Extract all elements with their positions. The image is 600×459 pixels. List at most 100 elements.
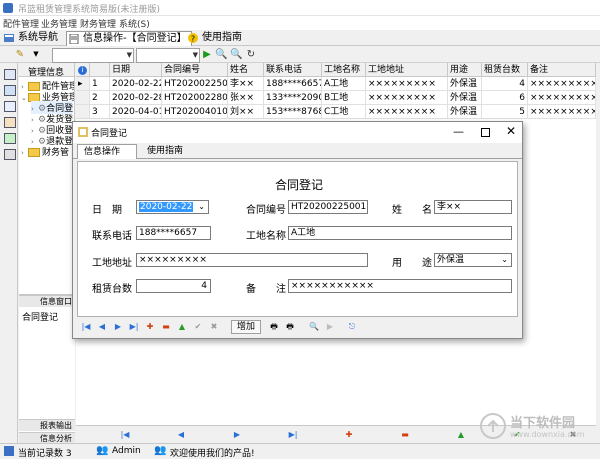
table-cell[interactable]: ××××××××× (366, 91, 448, 105)
info-item[interactable]: 合同登记 (22, 310, 58, 323)
table-cell[interactable]: 133****2090 (264, 91, 322, 105)
first-record-icon[interactable]: |◀ (79, 320, 93, 334)
phone-field[interactable]: 188****6657 (136, 226, 211, 240)
table-cell[interactable]: 188****6657 (264, 77, 322, 91)
module-icon[interactable] (4, 133, 16, 144)
module-icon[interactable] (4, 117, 16, 128)
next-record-icon[interactable]: ▶ (230, 428, 244, 441)
prev-record-icon[interactable]: ◀ (95, 320, 109, 334)
post-record-icon[interactable]: ✔ (191, 320, 205, 334)
search-icon[interactable]: 🔍 (307, 320, 321, 334)
menu-parts[interactable]: 配件管理 (3, 17, 39, 30)
table-cell[interactable]: ×××××××××× (528, 77, 596, 91)
table-cell[interactable]: 3 (90, 105, 110, 119)
edit-record-icon[interactable]: ▲ (175, 320, 189, 334)
module-icon[interactable] (4, 69, 16, 80)
col-header-phone[interactable]: 联系电话 (264, 63, 322, 77)
table-cell[interactable]: ×××××××××× (528, 105, 596, 119)
menu-system[interactable]: 系统(S) (119, 17, 150, 30)
table-cell[interactable]: 153****8768 (264, 105, 322, 119)
table-cell[interactable]: 1 (90, 77, 110, 91)
table-cell[interactable]: 外保温 (448, 77, 482, 91)
table-cell[interactable]: HT20200401001 (162, 105, 228, 119)
last-record-icon[interactable]: ▶| (286, 428, 300, 441)
table-cell[interactable]: 2020-02-28 (110, 91, 162, 105)
module-icon[interactable] (4, 85, 16, 96)
dropdown-arrow-icon[interactable]: ▼ (30, 49, 42, 60)
table-cell[interactable]: ×××××××××× (528, 91, 596, 105)
table-cell[interactable]: 外保温 (448, 105, 482, 119)
contract-number-field[interactable]: HT20200225001 (288, 200, 368, 214)
table-cell[interactable]: 5 (482, 105, 528, 119)
tab-info-operation[interactable]: 信息操作 (77, 144, 137, 159)
table-cell[interactable]: 外保温 (448, 91, 482, 105)
module-icon[interactable] (4, 149, 16, 160)
exit-icon[interactable]: ⎋ (345, 320, 359, 334)
table-cell[interactable]: 李×× (228, 77, 264, 91)
prev-record-icon[interactable]: ◀ (174, 428, 188, 441)
refresh-icon[interactable]: ↻ (245, 49, 257, 60)
cancel-record-icon[interactable]: ✖ (207, 320, 221, 334)
table-cell[interactable]: B工地 (322, 91, 366, 105)
name-field[interactable]: 李×× (434, 200, 512, 214)
add-record-icon[interactable]: ✚ (342, 428, 356, 441)
maximize-icon[interactable] (481, 128, 490, 137)
search-value-input[interactable]: ▼ (136, 48, 200, 63)
tab-contract-register[interactable]: 信息操作-【合同登记】 (66, 31, 192, 46)
print-icon[interactable]: 🖶 (267, 320, 281, 334)
run-icon[interactable]: ▶ (201, 49, 213, 60)
address-field[interactable]: ××××××××× (136, 253, 368, 267)
table-cell[interactable]: ××××××××× (366, 77, 448, 91)
first-record-icon[interactable]: |◀ (118, 428, 132, 441)
table-cell[interactable]: 张×× (228, 91, 264, 105)
row-indicator[interactable]: ▸ (76, 77, 90, 91)
row-indicator[interactable] (76, 105, 90, 119)
col-header-name[interactable]: 姓名 (228, 63, 264, 77)
tab-system-nav[interactable]: 系统导航 (2, 31, 62, 45)
field-select[interactable]: ▼ (52, 48, 134, 63)
table-cell[interactable]: 4 (482, 77, 528, 91)
menu-business[interactable]: 业务管理 (41, 17, 77, 30)
note-field[interactable]: ××××××××××× (288, 279, 512, 293)
usage-select[interactable]: 外保温 ⌄ (434, 253, 512, 267)
quantity-field[interactable]: 4 (136, 279, 211, 293)
delete-record-icon[interactable]: ▬ (398, 428, 412, 441)
col-header-date[interactable]: 日期 (110, 63, 162, 77)
add-record-icon[interactable]: ✚ (143, 320, 157, 334)
menu-finance[interactable]: 财务管理 (80, 17, 116, 30)
search-all-icon[interactable]: 🔍 (230, 49, 242, 60)
table-cell[interactable]: A工地 (322, 77, 366, 91)
play-icon[interactable]: ▶ (323, 320, 337, 334)
table-cell[interactable]: HT20200228001 (162, 91, 228, 105)
table-cell[interactable]: 2 (90, 91, 110, 105)
tab-user-guide[interactable]: 使用指南 (141, 144, 201, 159)
table-cell[interactable]: HT20200225001 (162, 77, 228, 91)
table-cell[interactable]: 2020-04-01 (110, 105, 162, 119)
col-header-usage[interactable]: 用途 (448, 63, 482, 77)
site-name-field[interactable]: A工地 (288, 226, 512, 240)
print-preview-icon[interactable]: 🖶 (283, 320, 297, 334)
table-cell[interactable]: 6 (482, 91, 528, 105)
edit-record-icon[interactable]: ▲ (454, 428, 468, 441)
tab-user-guide[interactable]: ? 使用指南 (186, 31, 246, 45)
search-icon[interactable]: 🔍 (215, 49, 227, 60)
date-picker[interactable]: 2020-02-22 ⌄ (136, 200, 209, 214)
minimize-icon[interactable]: — (453, 125, 464, 138)
last-record-icon[interactable]: ▶| (127, 320, 141, 334)
table-cell[interactable]: 刘×× (228, 105, 264, 119)
module-icon[interactable] (4, 101, 16, 112)
col-header-address[interactable]: 工地地址 (366, 63, 448, 77)
next-record-icon[interactable]: ▶ (111, 320, 125, 334)
add-button[interactable]: 增加 (231, 320, 261, 334)
report-output-button[interactable]: 报表输出 (19, 419, 75, 431)
pencil-icon[interactable]: ✎ (14, 49, 26, 60)
delete-record-icon[interactable]: ▬ (159, 320, 173, 334)
col-header-contract[interactable]: 合同编号 (162, 63, 228, 77)
col-header-note[interactable]: 备注 (528, 63, 596, 77)
table-cell[interactable]: C工地 (322, 105, 366, 119)
col-header-qty[interactable]: 租赁台数 (482, 63, 528, 77)
tree-node-finance[interactable]: › 财务管 (21, 145, 69, 158)
close-icon[interactable]: ✕ (506, 124, 516, 138)
table-cell[interactable]: 2020-02-22 (110, 77, 162, 91)
table-cell[interactable]: ××××××××× (366, 105, 448, 119)
